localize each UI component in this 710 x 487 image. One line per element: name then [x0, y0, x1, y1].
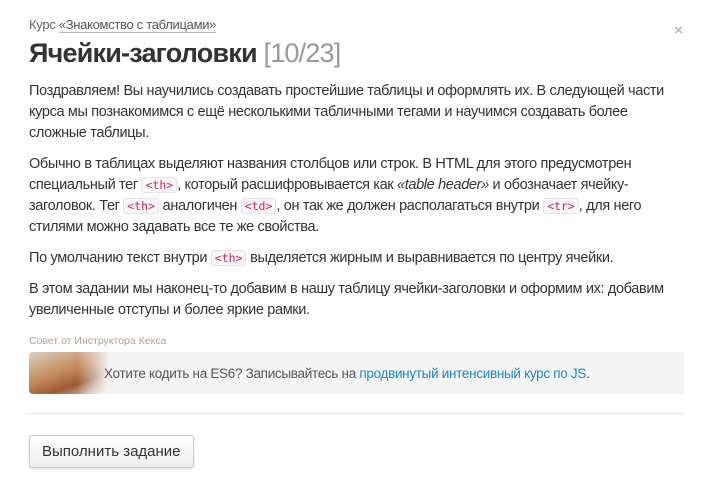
code-td: <td> — [240, 198, 277, 214]
task-panel: Курс «Знакомство с таблицами» Ячейки-заг… — [29, 17, 684, 468]
js-course-link[interactable]: продвинутый интенсивный курс по JS — [359, 366, 586, 381]
code-tr: <tr> — [543, 198, 579, 214]
submit-task-button[interactable]: Выполнить задание — [29, 435, 194, 468]
page-title: Ячейки-заголовки [10/23] — [29, 38, 684, 69]
paragraph-4: В этом задании мы наконец-то добавим в н… — [29, 281, 664, 318]
tip-text: Хотите кодить на ES6? Записывайтесь на п… — [104, 366, 590, 381]
code-th: <th> — [141, 177, 178, 193]
title-text: Ячейки-заголовки — [29, 38, 258, 68]
text: , он так же должен располагаться внутри — [276, 198, 544, 214]
code-th: <th> — [123, 198, 159, 214]
course-link[interactable]: «Знакомство с таблицами» — [58, 17, 216, 33]
text: , который расшифровывается как — [177, 177, 397, 193]
text: выделяется жирным и выравнивается по цен… — [246, 250, 614, 266]
breadcrumb-prefix: Курс — [29, 17, 59, 32]
breadcrumb: Курс «Знакомство с таблицами» — [29, 17, 684, 33]
tip-label: Совет от Инструктора Кекса — [29, 335, 167, 347]
divider — [29, 413, 684, 414]
text: аналогичен — [159, 198, 241, 214]
emphasis: «table header» — [396, 177, 489, 193]
text: По умолчанию текст внутри — [29, 250, 211, 266]
cat-avatar-image — [29, 352, 109, 394]
paragraph-3: По умолчанию текст внутри <th> выделяетс… — [29, 248, 684, 269]
step-counter: [10/23] — [263, 38, 342, 68]
tip-text-end: . — [586, 365, 590, 381]
tip-box: Хотите кодить на ES6? Записывайтесь на п… — [29, 352, 684, 394]
tip-text-start: Хотите кодить на ES6? Записывайтесь на — [104, 365, 360, 381]
code-th: <th> — [210, 250, 247, 266]
paragraph-1: Поздравляем! Вы научились создавать прос… — [29, 83, 664, 141]
paragraph-2: Обычно в таблицах выделяют названия стол… — [29, 154, 684, 238]
